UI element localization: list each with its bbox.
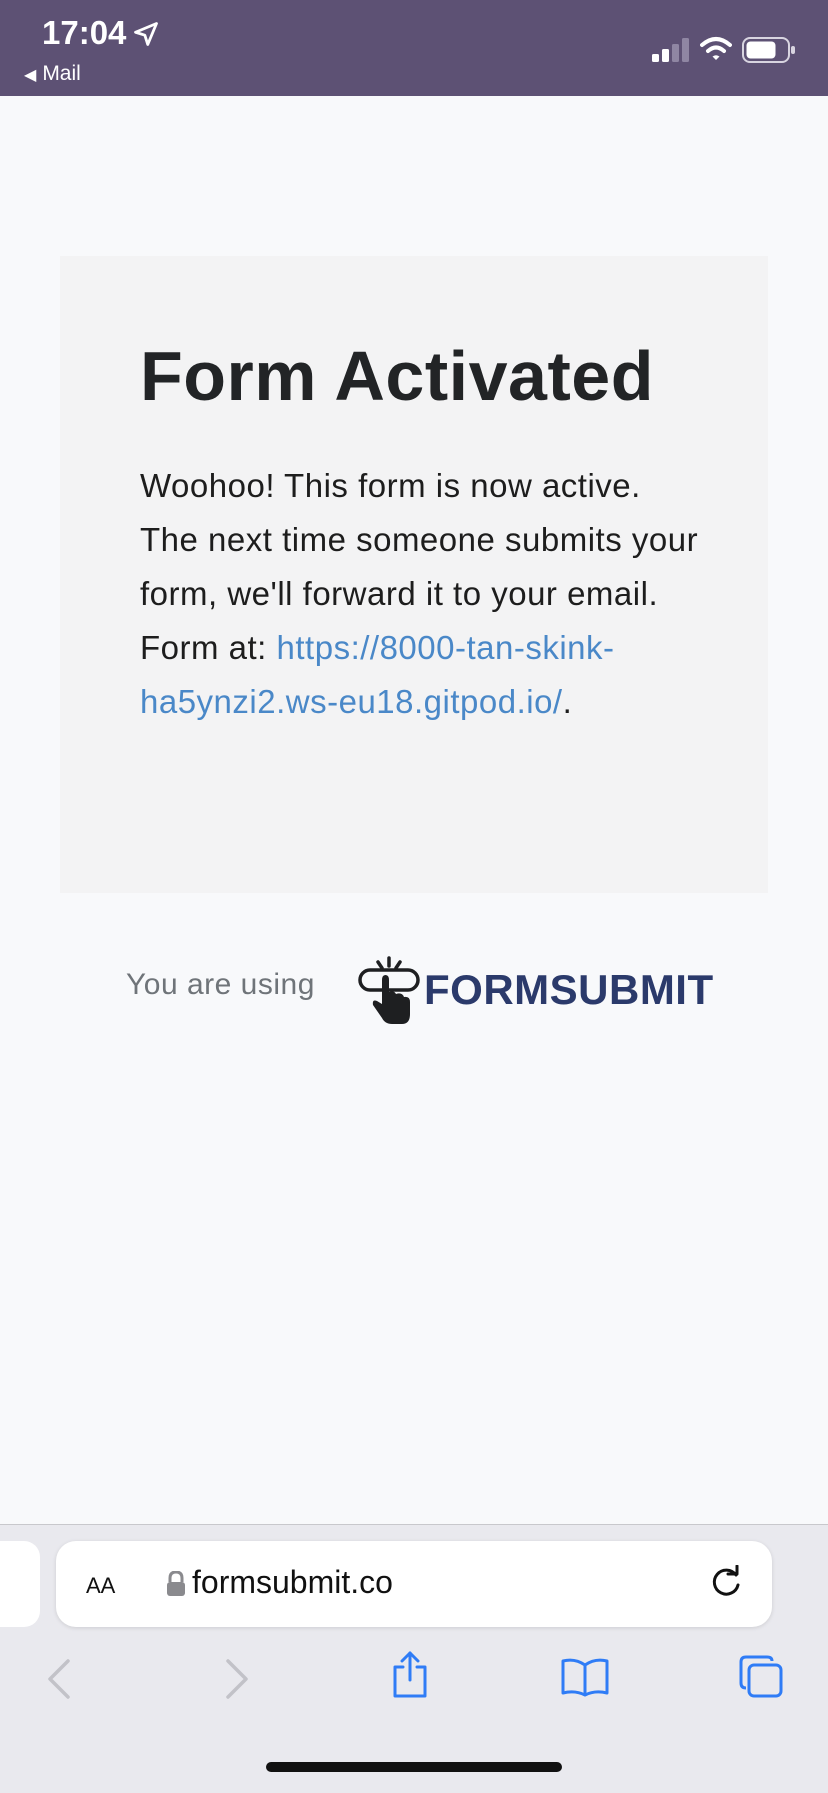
wifi-icon	[700, 37, 732, 60]
lock-icon	[167, 1571, 185, 1596]
reader-aa-button[interactable]: AA	[86, 1567, 115, 1601]
status-time: 17:04	[42, 14, 127, 51]
previous-tab-peek[interactable]	[0, 1541, 40, 1627]
cellular-signal-icon	[652, 38, 689, 62]
bookmarks-icon[interactable]	[560, 1657, 610, 1697]
reload-icon[interactable]	[708, 1565, 744, 1601]
using-label: You are using	[126, 968, 315, 1001]
tabs-icon[interactable]	[738, 1655, 784, 1699]
back-app-label: Mail	[42, 62, 81, 85]
body-trailing-period: .	[562, 683, 573, 720]
forward-icon[interactable]	[222, 1657, 252, 1701]
formsubmit-logo-icon[interactable]	[356, 956, 422, 1028]
browser-bottom-bar: AA formsubmit.co	[0, 1524, 828, 1793]
address-bar[interactable]: AA formsubmit.co	[56, 1541, 772, 1627]
aa-label: AA	[86, 1573, 116, 1598]
powered-by-row: You are using FORMSUBMIT	[126, 948, 726, 1028]
page-title: Form Activated	[140, 337, 654, 415]
location-arrow-icon	[134, 22, 158, 46]
activation-card: Form Activated Woohoo! This form is now …	[60, 256, 768, 893]
share-icon[interactable]	[390, 1651, 430, 1699]
back-triangle-icon: ◀	[24, 67, 37, 84]
formsubmit-brand-name[interactable]: FORMSUBMIT	[424, 966, 714, 1014]
back-to-app-link[interactable]: ◀ Mail	[24, 62, 81, 86]
url-text[interactable]: formsubmit.co	[192, 1564, 393, 1601]
home-indicator[interactable]	[266, 1762, 562, 1772]
status-bar: 17:04 ◀ Mail	[0, 0, 828, 96]
battery-icon	[742, 37, 795, 63]
activation-message: Woohoo! This form is now active. The nex…	[140, 459, 700, 729]
back-icon[interactable]	[44, 1657, 74, 1701]
